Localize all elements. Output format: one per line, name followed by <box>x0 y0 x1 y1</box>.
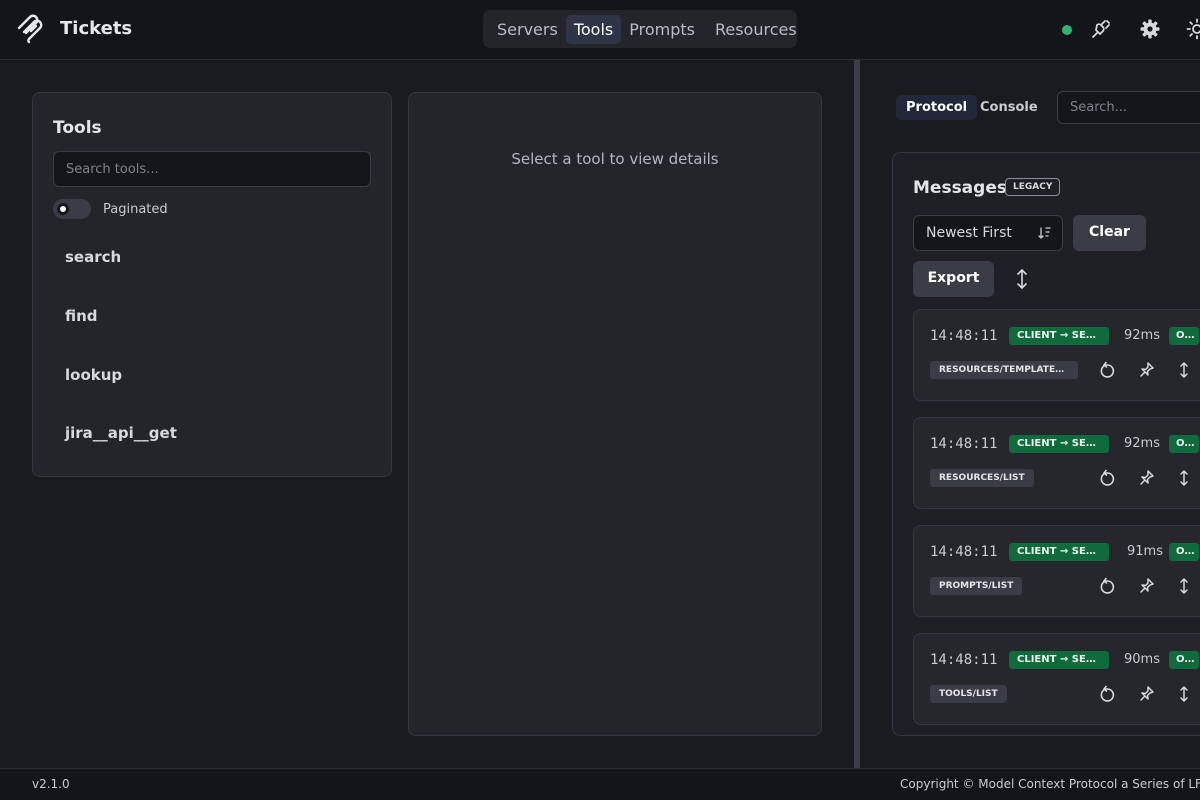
sun-icon[interactable] <box>1186 18 1200 40</box>
message-duration: 91ms <box>1127 544 1163 559</box>
version-label: v2.1.0 <box>32 777 70 791</box>
message-item[interactable]: 14:48:11 CLIENT → SERV… 91ms O… PROMPTS/… <box>913 525 1200 617</box>
message-time: 14:48:11 <box>930 436 998 452</box>
sort-arrows-icon <box>1038 227 1051 239</box>
history-panel: Protocol Console Messages LEGACY Newest … <box>860 60 1200 768</box>
legacy-badge: LEGACY <box>1005 178 1061 196</box>
message-time: 14:48:11 <box>930 652 998 668</box>
mcp-logo-icon[interactable] <box>16 14 44 44</box>
method-badge: RESOURCES/LIST <box>930 469 1034 487</box>
method-badge: TOOLS/LIST <box>930 685 1007 703</box>
app-header: Tickets Servers Tools Prompts Resources <box>0 0 1200 60</box>
replay-icon[interactable] <box>1100 577 1116 595</box>
direction-badge: CLIENT → SERV… <box>1009 543 1109 561</box>
main-nav: Servers Tools Prompts Resources <box>483 10 797 48</box>
gear-icon[interactable] <box>1139 18 1161 40</box>
tools-panel: Tools Paginated search find lookup jira_… <box>32 92 392 477</box>
direction-badge: CLIENT → SER… <box>1009 435 1109 453</box>
expand-icon[interactable] <box>1176 577 1192 595</box>
app-footer: v2.1.0 Copyright © Model Context Protoco… <box>0 768 1200 800</box>
message-duration: 90ms <box>1124 652 1160 667</box>
messages-title: Messages <box>913 178 1007 198</box>
direction-badge: CLIENT → SER… <box>1009 327 1109 345</box>
tool-details-panel: Select a tool to view details <box>408 92 822 736</box>
pin-icon[interactable] <box>1139 577 1155 595</box>
message-duration: 92ms <box>1124 436 1160 451</box>
method-badge: PROMPTS/LIST <box>930 577 1023 595</box>
message-item[interactable]: 14:48:11 CLIENT → SER… 92ms O… RESOURCES… <box>913 309 1200 401</box>
message-time: 14:48:11 <box>930 544 998 560</box>
tab-console[interactable]: Console <box>970 95 1048 120</box>
paginated-label: Paginated <box>103 202 168 217</box>
plug-icon[interactable] <box>1090 18 1112 40</box>
tab-tools[interactable]: Tools <box>565 14 622 44</box>
expand-icon[interactable] <box>1176 469 1192 487</box>
replay-icon[interactable] <box>1100 361 1116 379</box>
message-item[interactable]: 14:48:11 CLIENT → SER… 90ms O… TOOLS/LIS… <box>913 633 1200 725</box>
pin-icon[interactable] <box>1139 361 1155 379</box>
tab-prompts[interactable]: Prompts <box>621 15 703 44</box>
message-duration: 92ms <box>1124 328 1160 343</box>
app-title: Tickets <box>60 18 133 39</box>
tab-resources[interactable]: Resources <box>707 15 805 44</box>
status-badge: O… <box>1169 435 1199 453</box>
tab-servers[interactable]: Servers <box>489 15 566 44</box>
replay-icon[interactable] <box>1100 469 1116 487</box>
direction-badge: CLIENT → SER… <box>1009 651 1109 669</box>
pin-icon[interactable] <box>1139 469 1155 487</box>
toggle-knob <box>57 203 69 215</box>
expand-icon[interactable] <box>1176 685 1192 703</box>
copyright-text: Copyright © Model Context Protocol a Ser… <box>900 777 1200 791</box>
tool-item-find[interactable]: find <box>65 307 98 325</box>
paginated-toggle[interactable] <box>53 199 91 219</box>
status-badge: O… <box>1169 543 1199 561</box>
tool-item-lookup[interactable]: lookup <box>65 366 122 384</box>
sort-order-value: Newest First <box>926 225 1012 241</box>
expand-icon[interactable] <box>1176 361 1192 379</box>
tools-search-input[interactable] <box>53 151 371 187</box>
connection-status-dot <box>1062 25 1072 35</box>
message-time: 14:48:11 <box>930 328 998 344</box>
tab-protocol[interactable]: Protocol <box>896 95 978 120</box>
messages-card: Messages LEGACY Newest First Clear Expor… <box>892 152 1200 736</box>
tools-title: Tools <box>53 118 102 138</box>
sort-order-select[interactable]: Newest First <box>913 215 1063 251</box>
pin-icon[interactable] <box>1139 685 1155 703</box>
status-badge: O… <box>1169 651 1199 669</box>
status-badge: O… <box>1169 327 1199 345</box>
clear-button[interactable]: Clear <box>1073 215 1146 251</box>
message-item[interactable]: 14:48:11 CLIENT → SER… 92ms O… RESOURCES… <box>913 417 1200 509</box>
replay-icon[interactable] <box>1100 685 1116 703</box>
expand-all-icon[interactable] <box>1013 267 1031 291</box>
export-button[interactable]: Export <box>913 261 994 297</box>
details-empty-text: Select a tool to view details <box>511 150 719 168</box>
method-badge: RESOURCES/TEMPLATES… <box>930 361 1078 379</box>
tool-item-jira-api-get[interactable]: jira__api__get <box>65 424 177 442</box>
tool-item-search[interactable]: search <box>65 248 121 266</box>
history-search-input[interactable] <box>1057 91 1200 124</box>
